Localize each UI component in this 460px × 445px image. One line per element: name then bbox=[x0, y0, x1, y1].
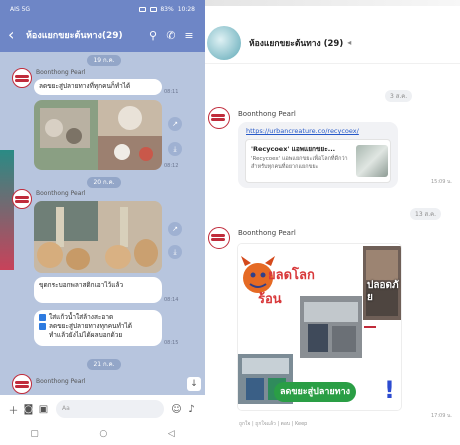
window-top-edge bbox=[205, 0, 460, 6]
message-input[interactable]: Aa bbox=[56, 400, 164, 418]
poster-exclaim: ! bbox=[384, 376, 395, 404]
scroll-down-button[interactable]: ↓ bbox=[187, 377, 201, 391]
sender-name: Boonthong Pearl bbox=[238, 110, 296, 118]
campaign-poster[interactable]: ยลดโลก ร้อน ปลอดภัย ลดขยะสู่ปลายทาง ! bbox=[237, 243, 402, 411]
message-line: ใส่แก้วน้ำใส่ล้างสะอาด bbox=[39, 313, 157, 322]
microphone-icon[interactable]: ♪ bbox=[184, 404, 199, 415]
battery-text: 83% bbox=[160, 5, 174, 13]
photo-collage-image bbox=[34, 100, 162, 170]
poster-banner: ลดขยะสู่ปลายทาง bbox=[274, 382, 357, 402]
bottles-photo[interactable] bbox=[34, 201, 162, 273]
message-time: 17:09 น. bbox=[431, 413, 453, 419]
date-separator: 21 ก.ค. bbox=[87, 359, 121, 370]
poster-headline-2: ร้อน bbox=[258, 292, 282, 307]
plus-icon[interactable]: ＋ bbox=[6, 402, 21, 417]
clock-text: 10:28 bbox=[177, 5, 195, 13]
link-preview-card[interactable]: 'Recycoex' แอพแยกขยะ... 'Recycoex' แอพแย… bbox=[245, 139, 391, 183]
message-time: 08:14 bbox=[164, 297, 179, 303]
recents-button[interactable]: ▢ bbox=[30, 429, 39, 439]
share-icon[interactable]: ↗ bbox=[168, 222, 182, 236]
date-separator: 3 ส.ค. bbox=[385, 90, 413, 102]
sender-name: Boonthong Pearl bbox=[36, 378, 86, 385]
checkbox-icon bbox=[39, 313, 46, 321]
avatar[interactable] bbox=[208, 227, 230, 249]
bottles-photo-image bbox=[34, 201, 162, 273]
message-line: ทำแล้วยังไม่ได้ผลบอกด้วย bbox=[39, 331, 157, 340]
back-button[interactable]: ◁ bbox=[168, 429, 175, 439]
search-icon[interactable]: ⚲ bbox=[145, 29, 161, 42]
mobile-chat-panel: AIS 5G 83% 10:28 ‹ ห้องแยกขยะต้นทาง(29) … bbox=[0, 0, 205, 445]
carrier-text: AIS 5G bbox=[10, 5, 31, 13]
message-text: ทำแล้วยังไม่ได้ผลบอกด้วย bbox=[49, 331, 123, 339]
photo-collage[interactable] bbox=[34, 100, 162, 170]
menu-icon[interactable]: ≡ bbox=[181, 29, 197, 42]
message-text: ลดขยะสู่ปลายทางทุกคนทำได้ bbox=[49, 322, 133, 330]
home-button[interactable]: ○ bbox=[99, 429, 107, 439]
mute-icon: ◂ bbox=[347, 38, 352, 47]
background-edge bbox=[0, 150, 14, 270]
chevron-left-icon[interactable]: ‹ bbox=[8, 27, 26, 43]
message-bubble[interactable]: ใส่แก้วน้ำใส่ล้างสะอาด ลดขยะสู่ปลายทางทุ… bbox=[34, 310, 162, 346]
sender-name: Boonthong Pearl bbox=[36, 69, 86, 76]
message-time: 08:15 bbox=[164, 340, 179, 346]
message-time: 08:12 bbox=[164, 163, 179, 169]
save-icon[interactable]: ⤓ bbox=[168, 142, 182, 156]
share-icon[interactable]: ↗ bbox=[168, 117, 182, 131]
sender-name: Boonthong Pearl bbox=[36, 190, 86, 197]
wifi-icon bbox=[139, 6, 147, 12]
checkbox-icon bbox=[39, 322, 46, 330]
avatar[interactable] bbox=[12, 189, 32, 209]
preview-thumbnail bbox=[356, 145, 388, 177]
avatar[interactable] bbox=[12, 374, 32, 394]
link-message-bubble[interactable]: https://urbancreature.co/recycoex/ 'Recy… bbox=[238, 122, 398, 188]
image-icon[interactable]: ▣ bbox=[36, 404, 51, 415]
message-text: ลดขยะสู่ปลายทางที่ทุกคนก็ทำได้ bbox=[39, 82, 131, 90]
chat-header: ‹ ห้องแยกขยะต้นทาง(29) ⚲ ✆ ≡ bbox=[0, 18, 205, 52]
message-time: 08:11 bbox=[164, 89, 179, 95]
poster-headline: ยลดโลก bbox=[268, 268, 315, 283]
message-input-bar: ＋ ◙ ▣ Aa ☺ ♪ bbox=[0, 395, 205, 423]
system-nav-bar: ▢ ○ ◁ bbox=[0, 423, 205, 445]
preview-description: 'Recycoex' แอพแยกขยะเพื่อโลกที่ดีกว่า สำ… bbox=[251, 156, 348, 170]
battery-icon bbox=[150, 6, 158, 12]
avatar[interactable] bbox=[12, 68, 32, 88]
group-avatar[interactable] bbox=[207, 25, 241, 60]
chat-title: ห้องแยกขยะต้นทาง(29) bbox=[26, 31, 123, 41]
message-line: ลดขยะสู่ปลายทางทุกคนทำได้ bbox=[39, 322, 157, 331]
sender-name: Boonthong Pearl bbox=[238, 229, 296, 237]
camera-icon[interactable]: ◙ bbox=[21, 404, 36, 415]
avatar[interactable] bbox=[208, 107, 230, 129]
screenshot-stage: AIS 5G 83% 10:28 ‹ ห้องแยกขยะต้นทาง(29) … bbox=[0, 0, 460, 445]
message-actions[interactable]: ถูกใจ | ถูกใจแล้ว | ตอบ | Keep bbox=[239, 420, 307, 428]
message-time: 15:09 น. bbox=[431, 179, 453, 185]
date-separator: 13 ส.ค. bbox=[410, 208, 442, 220]
shared-link[interactable]: https://urbancreature.co/recycoex/ bbox=[246, 127, 359, 135]
message-bubble[interactable]: ขุดกระบอกพลาสติกเอาไว้แล้ว bbox=[34, 277, 162, 303]
date-separator: 20 ก.ค. bbox=[87, 177, 121, 188]
date-separator: 19 ก.ค. bbox=[87, 55, 121, 66]
status-bar: AIS 5G 83% 10:28 bbox=[0, 0, 205, 18]
phone-icon[interactable]: ✆ bbox=[163, 29, 179, 42]
message-text: ใส่แก้วน้ำใส่ล้างสะอาด bbox=[49, 313, 114, 321]
desktop-chat-header: ห้องแยกขยะต้นทาง (29) ◂ bbox=[205, 22, 460, 64]
desktop-chat-title: ห้องแยกขยะต้นทาง (29) bbox=[249, 38, 344, 49]
message-text: ขุดกระบอกพลาสติกเอาไว้แล้ว bbox=[39, 281, 124, 289]
save-icon[interactable]: ⤓ bbox=[168, 245, 182, 259]
emoji-icon[interactable]: ☺ bbox=[169, 404, 184, 415]
preview-title: 'Recycoex' แอพแยกขยะ... bbox=[251, 145, 336, 153]
poster-side-text: ปลอดภัย bbox=[367, 280, 399, 303]
message-bubble[interactable]: ลดขยะสู่ปลายทางที่ทุกคนก็ทำได้ bbox=[34, 79, 162, 95]
